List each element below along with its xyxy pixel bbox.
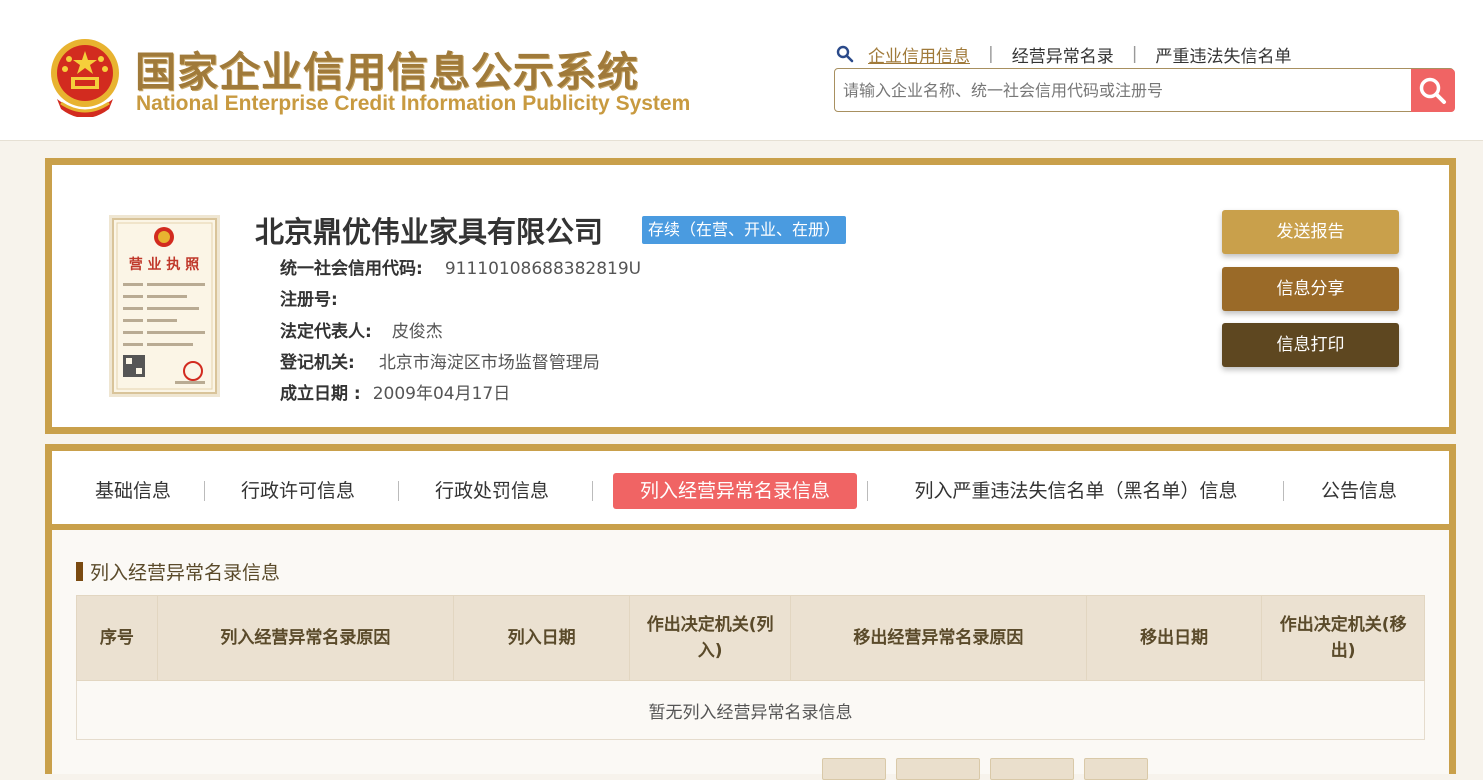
- credit-code-label: 统一社会信用代码:: [280, 259, 423, 279]
- tab-abnormal-list[interactable]: 列入经营异常名录信息: [613, 473, 857, 509]
- established-date-value: 2009年04月17日: [372, 384, 511, 404]
- credit-code-value: 91110108688382819U: [444, 259, 642, 279]
- print-info-button[interactable]: 信息打印: [1222, 323, 1399, 367]
- tab-divider: [398, 481, 399, 501]
- column-header: 列入日期: [452, 595, 631, 681]
- registration-authority-value: 北京市海淀区市场监督管理局: [378, 353, 600, 373]
- tab-divider: [592, 481, 593, 501]
- pager-button[interactable]: [822, 758, 886, 780]
- column-header: 列入经营异常名录原因: [156, 595, 454, 681]
- nav-divider: |: [1131, 44, 1138, 64]
- column-header: 移出经营异常名录原因: [789, 595, 1087, 681]
- registration-authority-label: 登记机关:: [280, 353, 355, 373]
- empty-message: 暂无列入经营异常名录信息: [76, 680, 1425, 740]
- tab-divider: [1283, 481, 1284, 501]
- tab-announcements[interactable]: 公告信息: [1314, 473, 1404, 509]
- pager-button[interactable]: [990, 758, 1074, 780]
- nav-abnormal-list[interactable]: 经营异常名录: [1012, 42, 1114, 67]
- share-info-button[interactable]: 信息分享: [1222, 267, 1399, 311]
- established-date-label: 成立日期 :: [280, 384, 361, 404]
- search-icon: [836, 45, 854, 63]
- license-caption: 营 业 执 照: [129, 256, 200, 273]
- pager-button[interactable]: [896, 758, 980, 780]
- registration-number-row: 注册号:: [280, 285, 350, 310]
- business-license-image: 营 业 执 照: [109, 215, 220, 397]
- top-nav: 企业信用信息 | 经营异常名录 | 严重违法失信名单: [836, 42, 1291, 67]
- nav-divider: |: [988, 44, 994, 64]
- nav-enterprise-credit[interactable]: 企业信用信息: [868, 42, 970, 67]
- tab-blacklist[interactable]: 列入严重违法失信名单（黑名单）信息: [898, 473, 1254, 509]
- status-badge: 存续（在营、开业、在册）: [642, 216, 847, 244]
- column-header: 序号: [76, 595, 158, 681]
- detail-panel: 基础信息 行政许可信息 行政处罚信息 列入经营异常名录信息 列入严重违法失信名单…: [45, 444, 1456, 780]
- pager-button[interactable]: [1084, 758, 1148, 780]
- legal-rep-label: 法定代表人:: [280, 322, 372, 342]
- site-header: 国家企业信用信息公示系统 National Enterprise Credit …: [0, 0, 1483, 141]
- column-header: 作出决定机关(移出): [1261, 595, 1425, 681]
- tab-divider: [867, 481, 868, 501]
- site-title: 国家企业信用信息公示系统: [135, 48, 639, 96]
- magnifier-icon: [1419, 77, 1446, 104]
- tab-divider: [204, 481, 205, 501]
- search-input[interactable]: [835, 69, 1410, 111]
- tab-basic-info[interactable]: 基础信息: [80, 473, 186, 509]
- legal-rep-row: 法定代表人: 皮俊杰: [280, 317, 443, 342]
- tab-admin-penalty[interactable]: 行政处罚信息: [430, 473, 554, 509]
- national-emblem-icon: [51, 39, 119, 117]
- site-subtitle: National Enterprise Credit Information P…: [136, 92, 691, 115]
- search-box: [834, 68, 1454, 112]
- abnormal-list-table: 序号 列入经营异常名录原因 列入日期 作出决定机关(列入) 移出经营异常名录原因…: [76, 595, 1425, 740]
- registration-number-label: 注册号:: [280, 290, 338, 310]
- search-button[interactable]: [1411, 69, 1455, 112]
- table-header-row: 序号 列入经营异常名录原因 列入日期 作出决定机关(列入) 移出经营异常名录原因…: [76, 595, 1425, 681]
- registration-authority-row: 登记机关: 北京市海淀区市场监督管理局: [280, 348, 600, 373]
- tab-bar: 基础信息 行政许可信息 行政处罚信息 列入经营异常名录信息 列入严重违法失信名单…: [52, 451, 1449, 530]
- tab-admin-license[interactable]: 行政许可信息: [236, 473, 360, 509]
- column-header: 移出日期: [1085, 595, 1263, 681]
- column-header: 作出决定机关(列入): [629, 595, 791, 681]
- send-report-button[interactable]: 发送报告: [1222, 210, 1399, 254]
- table-row: 暂无列入经营异常名录信息: [76, 680, 1425, 740]
- company-card: 营 业 执 照 北京鼎优伟业家具有限公司 存续（在营、开业、在册） 统一社会信用…: [45, 158, 1456, 434]
- credit-code-row: 统一社会信用代码: 91110108688382819U: [280, 254, 641, 279]
- legal-rep-value: 皮俊杰: [391, 322, 443, 342]
- section-title: 列入经营异常名录信息: [76, 558, 280, 585]
- nav-blacklist[interactable]: 严重违法失信名单: [1155, 42, 1291, 67]
- company-name: 北京鼎优伟业家具有限公司: [255, 215, 604, 249]
- established-date-row: 成立日期 : 2009年04月17日: [280, 379, 510, 404]
